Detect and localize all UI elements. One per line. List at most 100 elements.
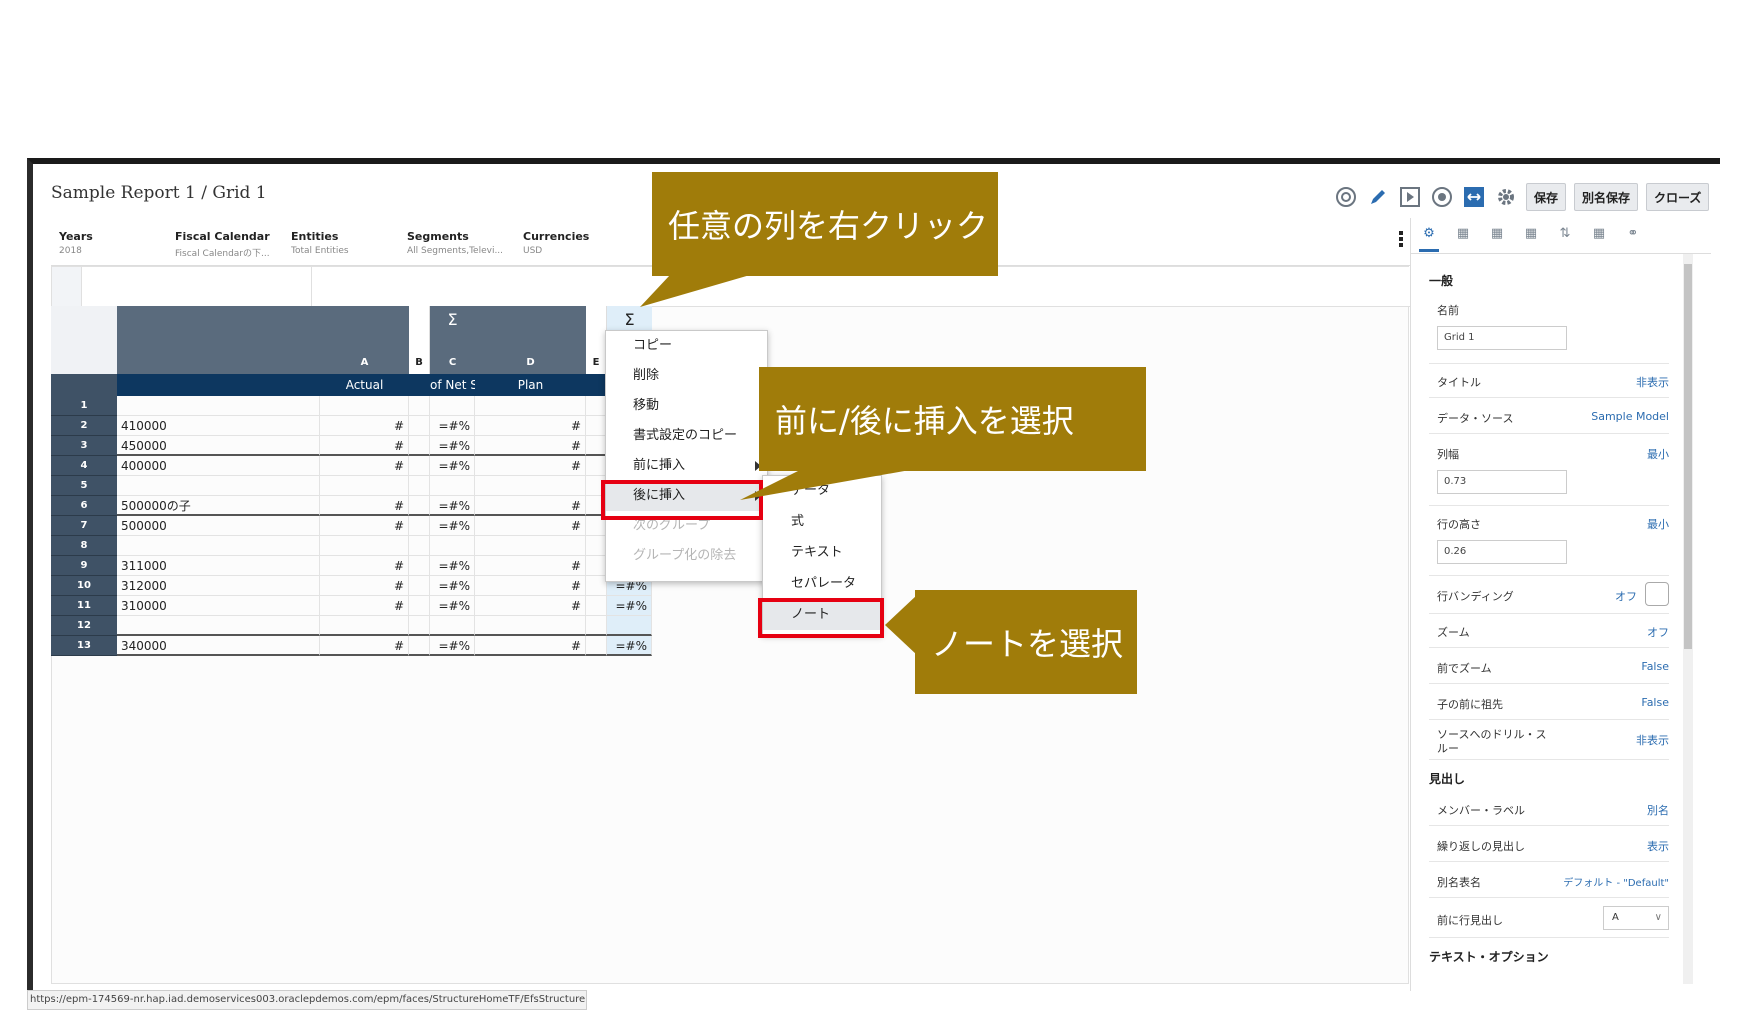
net-sales-pct-cell[interactable]: =#% <box>430 576 475 596</box>
net-sales-pct-cell[interactable]: =#% <box>430 596 475 616</box>
datasource-value-link[interactable]: Sample Model <box>1591 410 1669 423</box>
e-cell[interactable] <box>586 556 607 576</box>
rowheight-value-link[interactable]: 最小 <box>1647 516 1669 532</box>
scrollbar-thumb[interactable] <box>1684 264 1692 649</box>
row-header[interactable]: 9 <box>51 556 117 576</box>
plan-cell[interactable] <box>475 536 586 556</box>
repeat-value-link[interactable]: 表示 <box>1647 838 1669 854</box>
tab-columns-icon[interactable]: ▦ <box>1521 226 1541 246</box>
e-cell[interactable] <box>586 636 607 656</box>
formula-cell-name[interactable] <box>82 267 312 307</box>
row-label-cell[interactable]: 500000 <box>117 516 320 536</box>
b-cell[interactable] <box>409 576 430 596</box>
plan-cell[interactable] <box>475 396 586 416</box>
plan-cell[interactable] <box>475 476 586 496</box>
drill-value-link[interactable]: 非表示 <box>1636 732 1669 748</box>
net-sales-pct-cell[interactable] <box>430 536 475 556</box>
b-cell[interactable] <box>409 456 430 476</box>
tab-general-settings-icon[interactable]: ⚙ <box>1419 226 1439 252</box>
zoom-before-value-link[interactable]: False <box>1641 660 1669 673</box>
net-sales-pct-cell[interactable]: =#% <box>430 416 475 436</box>
row-header[interactable]: 12 <box>51 616 117 636</box>
tab-rows-icon[interactable]: ▦ <box>1487 226 1507 246</box>
ancestor-value-link[interactable]: False <box>1641 696 1669 709</box>
actual-cell[interactable] <box>320 536 409 556</box>
column-header-c[interactable]: Σ C <box>430 306 475 374</box>
tab-link-icon[interactable]: ⚭ <box>1623 226 1643 246</box>
rowhdr-select[interactable]: A ∨ <box>1603 906 1669 930</box>
save-as-button[interactable]: 別名保存 <box>1574 183 1639 211</box>
b-cell[interactable] <box>409 596 430 616</box>
row-label-cell[interactable]: 500000の子 <box>117 496 320 516</box>
row-label-cell[interactable]: 450000 <box>117 436 320 456</box>
title-value-link[interactable]: 非表示 <box>1636 374 1669 390</box>
pov-currencies[interactable]: Currencies USD <box>523 230 589 256</box>
row-label-cell[interactable] <box>117 616 320 636</box>
e-cell[interactable] <box>586 436 607 456</box>
e-cell[interactable] <box>586 596 607 616</box>
tab-grid-icon[interactable]: ▦ <box>1453 226 1473 246</box>
actual-cell[interactable]: # <box>320 456 409 476</box>
row-header[interactable]: 13 <box>51 636 117 656</box>
close-button[interactable]: クローズ <box>1646 183 1710 211</box>
actual-cell[interactable]: # <box>320 556 409 576</box>
e-cell[interactable] <box>586 536 607 556</box>
row-label-cell[interactable]: 410000 <box>117 416 320 436</box>
plan-cell[interactable]: # <box>475 456 586 476</box>
menu-item-move[interactable]: 移動 <box>606 391 767 421</box>
help-lifebuoy-icon[interactable] <box>1334 185 1358 209</box>
f-pct-cell[interactable] <box>607 616 652 636</box>
submenu-item-text[interactable]: テキスト <box>763 538 881 568</box>
b-cell[interactable] <box>409 436 430 456</box>
row-header[interactable]: 1 <box>51 396 117 416</box>
row-header[interactable]: 10 <box>51 576 117 596</box>
row-header[interactable]: 8 <box>51 536 117 556</box>
name-input[interactable]: Grid 1 <box>1437 326 1567 350</box>
menu-item-copy[interactable]: コピー <box>606 331 767 361</box>
net-sales-pct-cell[interactable]: =#% <box>430 516 475 536</box>
pov-years[interactable]: Years 2018 <box>59 230 93 256</box>
actual-cell[interactable]: # <box>320 436 409 456</box>
pov-segments[interactable]: Segments All Segments,Televi... <box>407 230 503 256</box>
b-cell[interactable] <box>409 536 430 556</box>
plan-cell[interactable]: # <box>475 516 586 536</box>
row-label-column-header[interactable] <box>117 306 320 374</box>
colwidth-input[interactable]: 0.73 <box>1437 470 1567 494</box>
plan-cell[interactable]: # <box>475 556 586 576</box>
row-label-cell[interactable]: 340000 <box>117 636 320 656</box>
net-sales-pct-cell[interactable] <box>430 476 475 496</box>
pov-entities[interactable]: Entities Total Entities <box>291 230 349 256</box>
row-header[interactable]: 2 <box>51 416 117 436</box>
member-label-value-link[interactable]: 別名 <box>1647 802 1669 818</box>
net-sales-pct-cell[interactable]: =#% <box>430 456 475 476</box>
tab-cells-icon[interactable]: ▦ <box>1589 226 1609 246</box>
plan-cell[interactable] <box>475 616 586 636</box>
row-header[interactable]: 7 <box>51 516 117 536</box>
submenu-item-separator[interactable]: セパレータ <box>763 569 881 599</box>
actual-cell[interactable] <box>320 476 409 496</box>
net-sales-pct-cell[interactable]: =#% <box>430 556 475 576</box>
actual-cell[interactable]: # <box>320 636 409 656</box>
banding-toggle[interactable] <box>1645 582 1669 606</box>
actual-cell[interactable]: # <box>320 416 409 436</box>
col-header-plan[interactable]: Plan <box>475 374 586 396</box>
plan-cell[interactable]: # <box>475 416 586 436</box>
col-header-actual[interactable]: Actual <box>320 374 409 396</box>
net-sales-pct-cell[interactable]: =#% <box>430 436 475 456</box>
menu-item-delete[interactable]: 削除 <box>606 361 767 391</box>
e-cell[interactable] <box>586 456 607 476</box>
net-sales-pct-cell[interactable]: =#% <box>430 496 475 516</box>
row-header[interactable]: 6 <box>51 496 117 516</box>
col-header-net-sales[interactable]: of Net Sa <box>430 374 475 396</box>
edit-pencil-icon[interactable] <box>1366 185 1390 209</box>
column-header-e[interactable]: E <box>586 306 607 374</box>
fit-width-icon[interactable] <box>1462 185 1486 209</box>
b-cell[interactable] <box>409 496 430 516</box>
e-cell[interactable] <box>586 416 607 436</box>
panel-scrollbar[interactable] <box>1683 254 1693 984</box>
row-label-cell[interactable]: 400000 <box>117 456 320 476</box>
net-sales-pct-cell[interactable]: =#% <box>430 636 475 656</box>
settings-gear-icon[interactable] <box>1494 185 1518 209</box>
net-sales-pct-cell[interactable] <box>430 396 475 416</box>
plan-cell[interactable]: # <box>475 636 586 656</box>
